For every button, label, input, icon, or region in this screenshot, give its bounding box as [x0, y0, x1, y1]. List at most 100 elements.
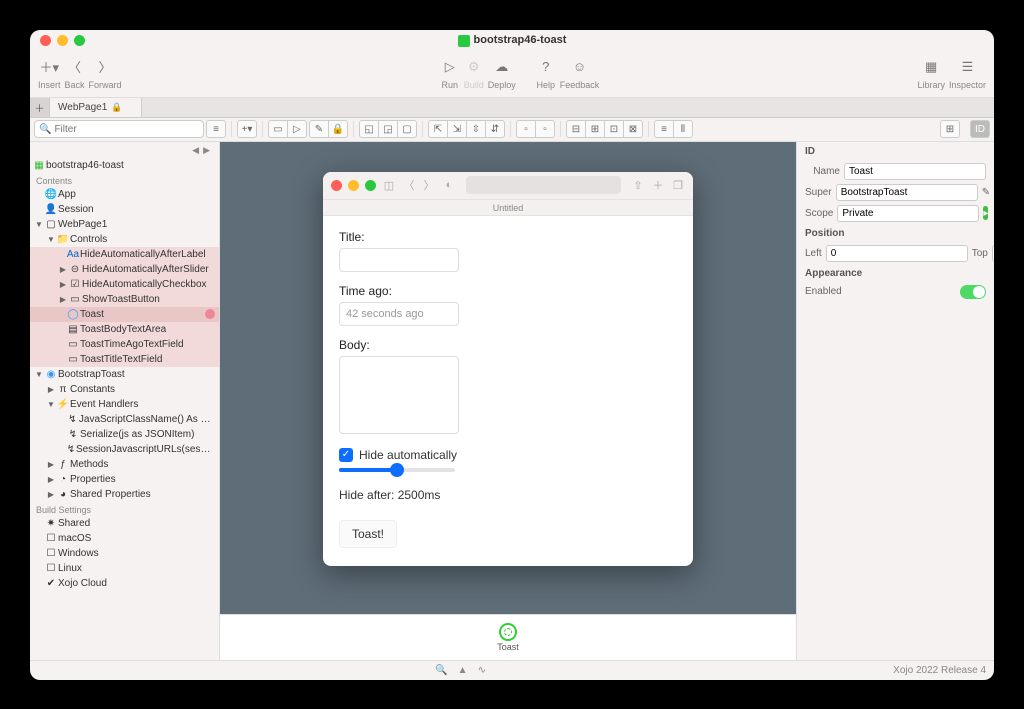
- align-tool-3[interactable]: ⇳: [466, 120, 486, 138]
- preview-min-icon: [348, 180, 359, 191]
- close-icon[interactable]: [40, 35, 51, 46]
- version-label: Xojo 2022 Release 4: [893, 665, 986, 676]
- layout-tool-2[interactable]: ▷: [287, 120, 307, 138]
- property-icon: ◔: [56, 474, 70, 485]
- nav-linux[interactable]: ☐Linux: [30, 561, 219, 576]
- order-tool-2[interactable]: ◲: [378, 120, 398, 138]
- toast-tray-icon[interactable]: [499, 623, 517, 641]
- error-badge: [205, 309, 215, 319]
- dist-tool-1[interactable]: ≡: [654, 120, 674, 138]
- align-tool-4[interactable]: ⇵: [485, 120, 505, 138]
- left-field[interactable]: [826, 245, 968, 262]
- timeago-field[interactable]: 42 seconds ago: [339, 302, 459, 326]
- filter-search[interactable]: 🔍: [34, 120, 204, 138]
- nav-item-1[interactable]: ▶⊝HideAutomaticallyAfterSlider: [30, 262, 219, 277]
- help-button[interactable]: ?: [536, 58, 556, 76]
- hide-after-slider[interactable]: [339, 468, 455, 472]
- edit-tool-2[interactable]: 🔒: [328, 120, 348, 138]
- nav-xojocloud[interactable]: ✔Xojo Cloud: [30, 576, 219, 591]
- super-field[interactable]: [836, 184, 978, 201]
- inspector-button[interactable]: ☰: [957, 58, 977, 76]
- nav-item-7[interactable]: ▭ToastTitleTextField: [30, 352, 219, 367]
- nav-app[interactable]: 🌐App: [30, 187, 219, 202]
- panel-toggle-id[interactable]: ID: [970, 120, 990, 138]
- nav-session[interactable]: 👤Session: [30, 202, 219, 217]
- space-tool-4[interactable]: ⊠: [623, 120, 643, 138]
- edit-tool-1[interactable]: ✎: [309, 120, 329, 138]
- edit-super-icon[interactable]: ✎: [982, 185, 990, 199]
- nav-eh-0[interactable]: ↯JavaScriptClassName() As String: [30, 412, 219, 427]
- layout-tool-1[interactable]: ▭: [268, 120, 288, 138]
- build-button[interactable]: ⚙: [464, 58, 484, 76]
- list-toggle[interactable]: ≡: [206, 120, 226, 138]
- nav-constants[interactable]: ▶πConstants: [30, 382, 219, 397]
- order-tool-1[interactable]: ◱: [359, 120, 379, 138]
- toast-button[interactable]: Toast!: [339, 520, 397, 548]
- app-window: bootstrap46-toast ＋▾ Insert 〈 Back 〉 For…: [30, 30, 994, 680]
- tab-webpage1[interactable]: WebPage1 🔒: [50, 98, 142, 117]
- align-tool-1[interactable]: ⇱: [428, 120, 448, 138]
- space-tool-2[interactable]: ⊞: [585, 120, 605, 138]
- slider-knob[interactable]: [390, 463, 404, 477]
- nav-item-2[interactable]: ▶☑HideAutomaticallyCheckbox: [30, 277, 219, 292]
- space-tool-3[interactable]: ⊡: [604, 120, 624, 138]
- library-button[interactable]: ▦: [921, 58, 941, 76]
- deploy-button[interactable]: ☁: [492, 58, 512, 76]
- nav-shared[interactable]: ✷Shared: [30, 516, 219, 531]
- hide-auto-checkbox[interactable]: ✓: [339, 448, 353, 462]
- nav-eventhandlers[interactable]: ▼⚡Event Handlers: [30, 397, 219, 412]
- warnings-icon[interactable]: ▲: [458, 665, 468, 676]
- enabled-toggle[interactable]: [960, 285, 986, 299]
- checkbox-checked-icon: ✔: [44, 578, 58, 589]
- back-button[interactable]: 〈: [65, 58, 85, 76]
- method-icon: ↯: [66, 429, 80, 440]
- nav-bootstraptoast[interactable]: ▼◉BootstrapToast: [30, 367, 219, 382]
- nav-item-toast[interactable]: ◯Toast: [30, 307, 219, 322]
- scope-field[interactable]: [837, 205, 979, 222]
- nav-item-3[interactable]: ▶▭ShowToastButton: [30, 292, 219, 307]
- body-textarea[interactable]: [339, 356, 459, 434]
- panel-toggle-left[interactable]: ⊞: [940, 120, 960, 138]
- nav-controls[interactable]: ▼📁Controls: [30, 232, 219, 247]
- forward-button[interactable]: 〉: [95, 58, 115, 76]
- project-navigator[interactable]: ◀▶ ▦bootstrap46-toast Contents 🌐App 👤Ses…: [30, 142, 220, 660]
- align-tool-2[interactable]: ⇲: [447, 120, 467, 138]
- nav-item-6[interactable]: ▭ToastTimeAgoTextField: [30, 337, 219, 352]
- nav-item-5[interactable]: ▤ToastBodyTextArea: [30, 322, 219, 337]
- order-tool-3[interactable]: ▢: [397, 120, 417, 138]
- nav-methods[interactable]: ▶ƒMethods: [30, 457, 219, 472]
- nav-macos[interactable]: ☐macOS: [30, 531, 219, 546]
- nav-webpage[interactable]: ▼▢WebPage1: [30, 217, 219, 232]
- nav-back-icon[interactable]: ◀: [192, 145, 199, 156]
- method-group-icon: ƒ: [56, 459, 70, 470]
- name-field[interactable]: [844, 163, 986, 180]
- nav-properties[interactable]: ▶◔Properties: [30, 472, 219, 487]
- nav-fwd-icon[interactable]: ▶: [203, 145, 210, 156]
- nav-eh-1[interactable]: ↯Serialize(js as JSONItem): [30, 427, 219, 442]
- web-preview-window: ◫ 〈 〉 ◐ ⇧ ＋ ❐ Untitled Title: Time ago:: [323, 172, 693, 566]
- insert-button[interactable]: ＋▾: [39, 58, 59, 76]
- zoom-icon[interactable]: [74, 35, 85, 46]
- rss-icon[interactable]: ∿: [478, 665, 486, 676]
- title-field[interactable]: [339, 248, 459, 272]
- minimize-icon[interactable]: [57, 35, 68, 46]
- nav-item-0[interactable]: AaHideAutomaticallyAfterLabel: [30, 247, 219, 262]
- scope-action-icon[interactable]: ▸: [983, 206, 988, 220]
- size-tool-2[interactable]: ▫: [535, 120, 555, 138]
- nav-windows[interactable]: ☐Windows: [30, 546, 219, 561]
- run-button[interactable]: ▷: [440, 58, 460, 76]
- filter-input[interactable]: [54, 124, 199, 135]
- add-button[interactable]: +▾: [237, 120, 257, 138]
- window-title: bootstrap46-toast: [474, 34, 567, 46]
- dist-tool-2[interactable]: ⦀: [673, 120, 693, 138]
- size-tool-1[interactable]: ▫: [516, 120, 536, 138]
- new-tab-button[interactable]: ＋: [30, 98, 50, 117]
- top-field[interactable]: [992, 245, 994, 262]
- nav-eh-2[interactable]: ↯SessionJavascriptURLs(session as WebS…: [30, 442, 219, 457]
- feedback-button[interactable]: ☺: [570, 58, 590, 76]
- space-tool-1[interactable]: ⊟: [566, 120, 586, 138]
- layout-canvas[interactable]: ◫ 〈 〉 ◐ ⇧ ＋ ❐ Untitled Title: Time ago:: [220, 142, 796, 614]
- search-status-icon[interactable]: 🔍: [435, 665, 447, 676]
- forward-icon: 〉: [422, 178, 436, 192]
- nav-sharedprops[interactable]: ▶◕Shared Properties: [30, 487, 219, 502]
